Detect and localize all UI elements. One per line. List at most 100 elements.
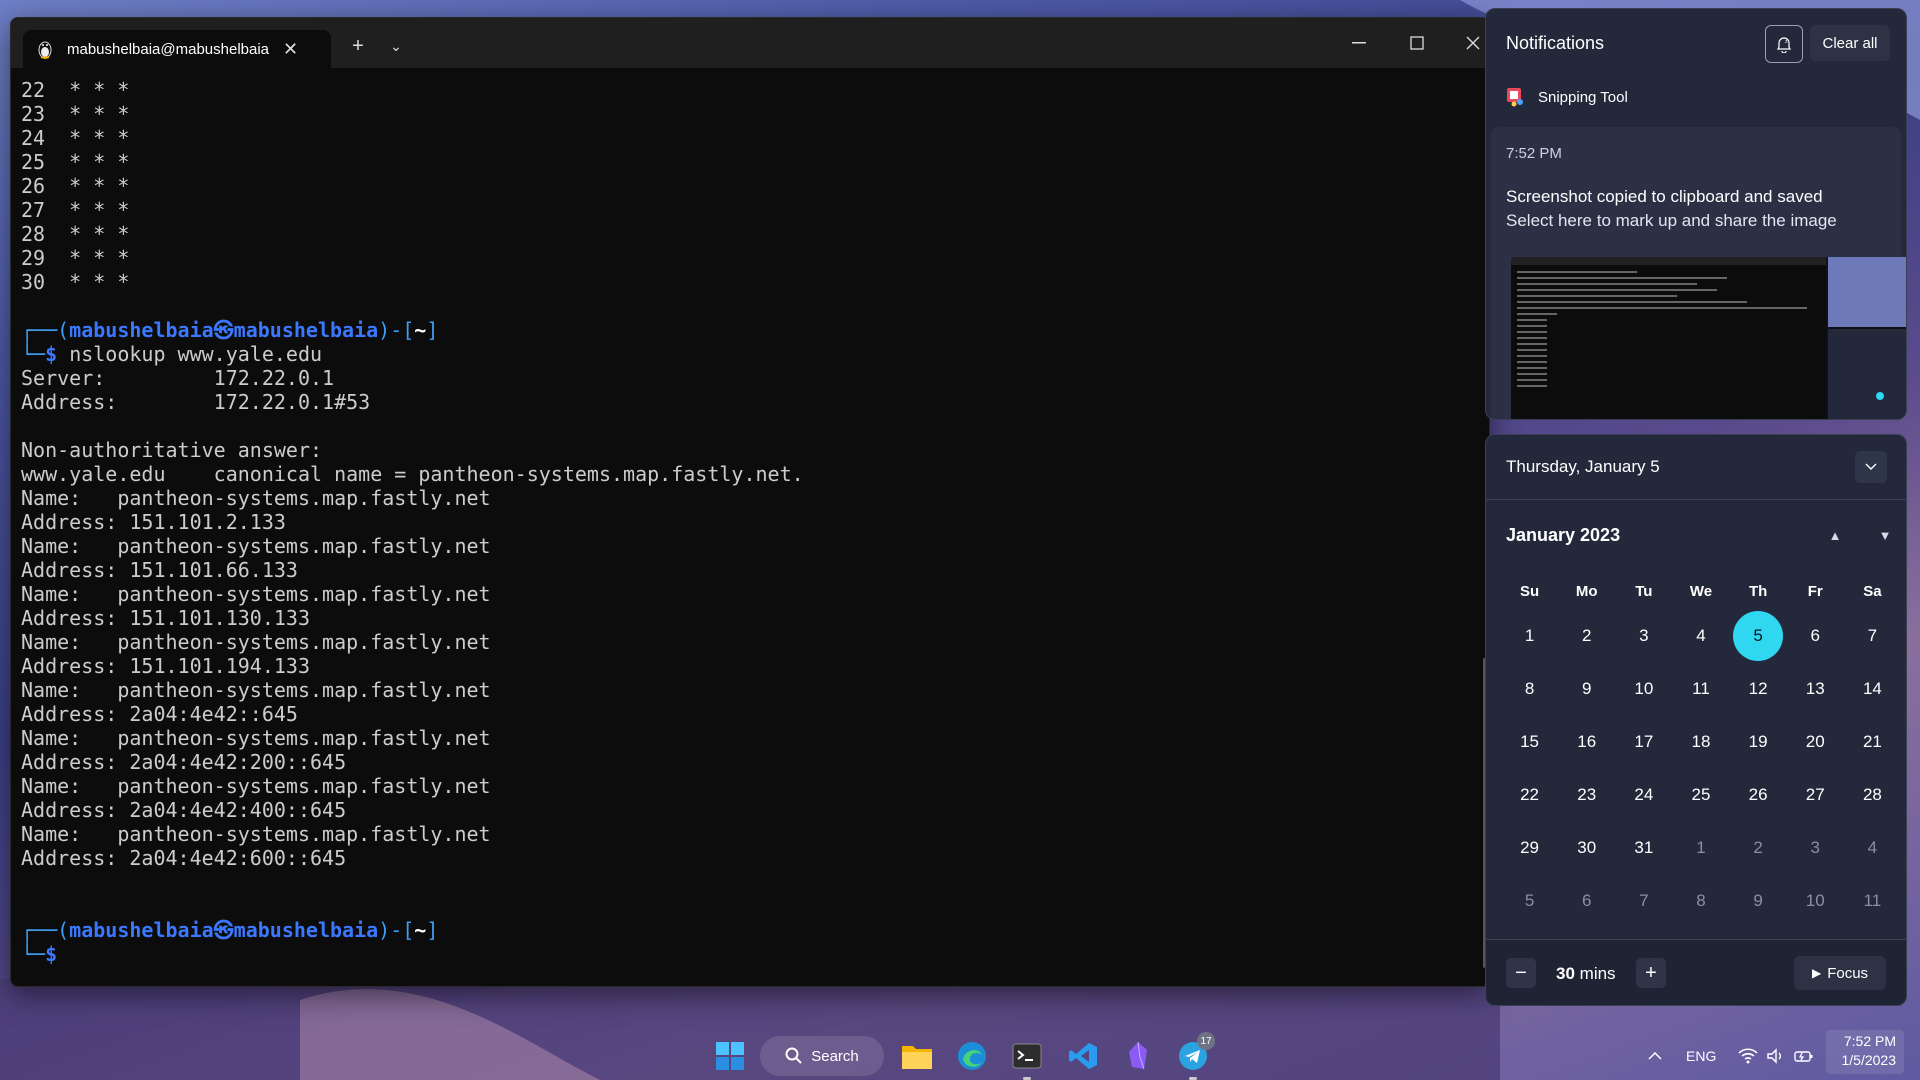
prompt-dollar: $ <box>45 342 58 366</box>
calendar-day[interactable]: 7 <box>1844 609 1901 662</box>
calendar-day-today[interactable]: 5 <box>1730 609 1787 662</box>
calendar-day[interactable]: 7 <box>1615 874 1672 927</box>
terminal-app-icon[interactable] <box>1007 1036 1047 1080</box>
calendar-week-row: 5 6 7 8 9 10 11 <box>1501 874 1901 927</box>
output-line: Name: pantheon-systems.map.fastly.net <box>21 534 491 558</box>
output-line: 22 * * * <box>21 78 130 102</box>
calendar-day[interactable]: 21 <box>1844 715 1901 768</box>
calendar-day[interactable]: 6 <box>1558 874 1615 927</box>
tab-dropdown-button[interactable]: ⌄ <box>379 30 413 62</box>
calendar-day[interactable]: 3 <box>1615 609 1672 662</box>
calendar-day[interactable]: 19 <box>1730 715 1787 768</box>
notification-card[interactable]: 7:52 PM Screenshot copied to clipboard a… <box>1491 127 1906 419</box>
focus-session-bar: − 30 mins + ▶ Focus <box>1486 939 1906 1005</box>
output-line: Name: pantheon-systems.map.fastly.net <box>21 486 491 510</box>
calendar-day[interactable]: 20 <box>1787 715 1844 768</box>
vscode-icon[interactable] <box>1063 1036 1103 1076</box>
calendar-day[interactable]: 5 <box>1501 874 1558 927</box>
output-line: 27 * * * <box>21 198 130 222</box>
calendar-day[interactable]: 15 <box>1501 715 1558 768</box>
notification-description: Select here to mark up and share the ima… <box>1506 211 1837 230</box>
calendar-day[interactable]: 14 <box>1844 662 1901 715</box>
input-language[interactable]: ENG <box>1686 1048 1716 1064</box>
file-explorer-icon[interactable] <box>897 1036 937 1076</box>
calendar-day-number: 3 <box>1639 625 1649 645</box>
maximize-button[interactable] <box>1389 18 1445 68</box>
taskbar-search[interactable]: Search <box>760 1036 884 1076</box>
calendar-day[interactable]: 12 <box>1730 662 1787 715</box>
prompt-dollar: $ <box>45 942 58 966</box>
minimize-button[interactable] <box>1331 18 1387 68</box>
battery-charging-icon[interactable] <box>1791 1036 1817 1076</box>
calendar-day[interactable]: 9 <box>1730 874 1787 927</box>
calendar-day[interactable]: 10 <box>1787 874 1844 927</box>
calendar-day[interactable]: 1 <box>1501 609 1558 662</box>
calendar-day[interactable]: 24 <box>1615 768 1672 821</box>
calendar-day[interactable]: 30 <box>1558 821 1615 874</box>
calendar-day[interactable]: 8 <box>1501 662 1558 715</box>
edge-browser-icon[interactable] <box>952 1036 992 1076</box>
close-window-button[interactable] <box>1445 18 1489 68</box>
calendar-day[interactable]: 17 <box>1615 715 1672 768</box>
calendar-day[interactable]: 8 <box>1672 874 1729 927</box>
calendar-day[interactable]: 13 <box>1787 662 1844 715</box>
prompt-directory: ~ <box>414 318 427 342</box>
title-bar: mabushelbaia@mabushelbaia ✕ + ⌄ <box>11 18 1489 68</box>
start-button[interactable] <box>710 1036 750 1076</box>
output-line: 28 * * * <box>21 222 130 246</box>
collapse-calendar-button[interactable] <box>1855 451 1887 483</box>
terminal-tab[interactable]: mabushelbaia@mabushelbaia ✕ <box>23 30 331 68</box>
output-line: Address: 151.101.66.133 <box>21 558 298 582</box>
start-focus-button[interactable]: ▶ Focus <box>1794 956 1886 990</box>
calendar-day[interactable]: 27 <box>1787 768 1844 821</box>
calendar-day[interactable]: 3 <box>1787 821 1844 874</box>
calendar-day-number: 1 <box>1696 837 1706 857</box>
calendar-day[interactable]: 18 <box>1672 715 1729 768</box>
calendar-day[interactable]: 28 <box>1844 768 1901 821</box>
calendar-day[interactable]: 26 <box>1730 768 1787 821</box>
calendar-day[interactable]: 1 <box>1672 821 1729 874</box>
calendar-day-number: 26 <box>1748 784 1768 804</box>
calendar-day-number: 2 <box>1753 837 1763 857</box>
output-line: Address: 2a04:4e42:200::645 <box>21 750 347 774</box>
calendar-day[interactable]: 11 <box>1844 874 1901 927</box>
new-tab-button[interactable]: + <box>341 30 375 62</box>
calendar-day[interactable]: 4 <box>1844 821 1901 874</box>
close-tab-icon[interactable]: ✕ <box>283 39 298 60</box>
terminal-output[interactable]: 22 * * * 23 * * * 24 * * * 25 * * * 26 * * *… <box>21 78 1481 978</box>
calendar-day[interactable]: 22 <box>1501 768 1558 821</box>
calendar-day[interactable]: 6 <box>1787 609 1844 662</box>
calendar-day[interactable]: 10 <box>1615 662 1672 715</box>
calendar-day[interactable]: 23 <box>1558 768 1615 821</box>
calendar-day-number: 11 <box>1692 678 1710 698</box>
calendar-day[interactable]: 31 <box>1615 821 1672 874</box>
show-hidden-icons-button[interactable] <box>1640 1036 1670 1076</box>
telegram-icon[interactable]: 17 <box>1173 1032 1215 1080</box>
output-line: Name: pantheon-systems.map.fastly.net <box>21 822 491 846</box>
wifi-icon[interactable] <box>1735 1036 1761 1076</box>
prompt-at: ㉿ <box>213 318 234 342</box>
tab-title: mabushelbaia@mabushelbaia <box>67 40 270 58</box>
calendar-day-number: 17 <box>1634 731 1654 751</box>
next-month-button[interactable]: ▼ <box>1869 519 1901 551</box>
calendar-day[interactable]: 2 <box>1558 609 1615 662</box>
clear-all-button[interactable]: Clear all <box>1810 25 1890 61</box>
calendar-day[interactable]: 4 <box>1672 609 1729 662</box>
calendar-day-number: 9 <box>1581 678 1592 698</box>
obsidian-icon[interactable] <box>1118 1036 1158 1076</box>
calendar-day[interactable]: 9 <box>1558 662 1615 715</box>
output-line: Name: pantheon-systems.map.fastly.net <box>21 726 491 750</box>
decrease-focus-time-button[interactable]: − <box>1506 958 1536 988</box>
calendar-day[interactable]: 11 <box>1672 662 1729 715</box>
do-not-disturb-button[interactable]: z <box>1765 25 1803 63</box>
volume-icon[interactable] <box>1763 1036 1789 1076</box>
calendar-day[interactable]: 29 <box>1501 821 1558 874</box>
increase-focus-time-button[interactable]: + <box>1636 958 1666 988</box>
taskbar-clock[interactable]: 7:52 PM 1/5/2023 <box>1826 1030 1904 1074</box>
calendar-day[interactable]: 25 <box>1672 768 1729 821</box>
calendar-day[interactable]: 2 <box>1730 821 1787 874</box>
calendar-day[interactable]: 16 <box>1558 715 1615 768</box>
previous-month-button[interactable]: ▲ <box>1819 519 1851 551</box>
output-line: 29 * * * <box>21 246 130 270</box>
